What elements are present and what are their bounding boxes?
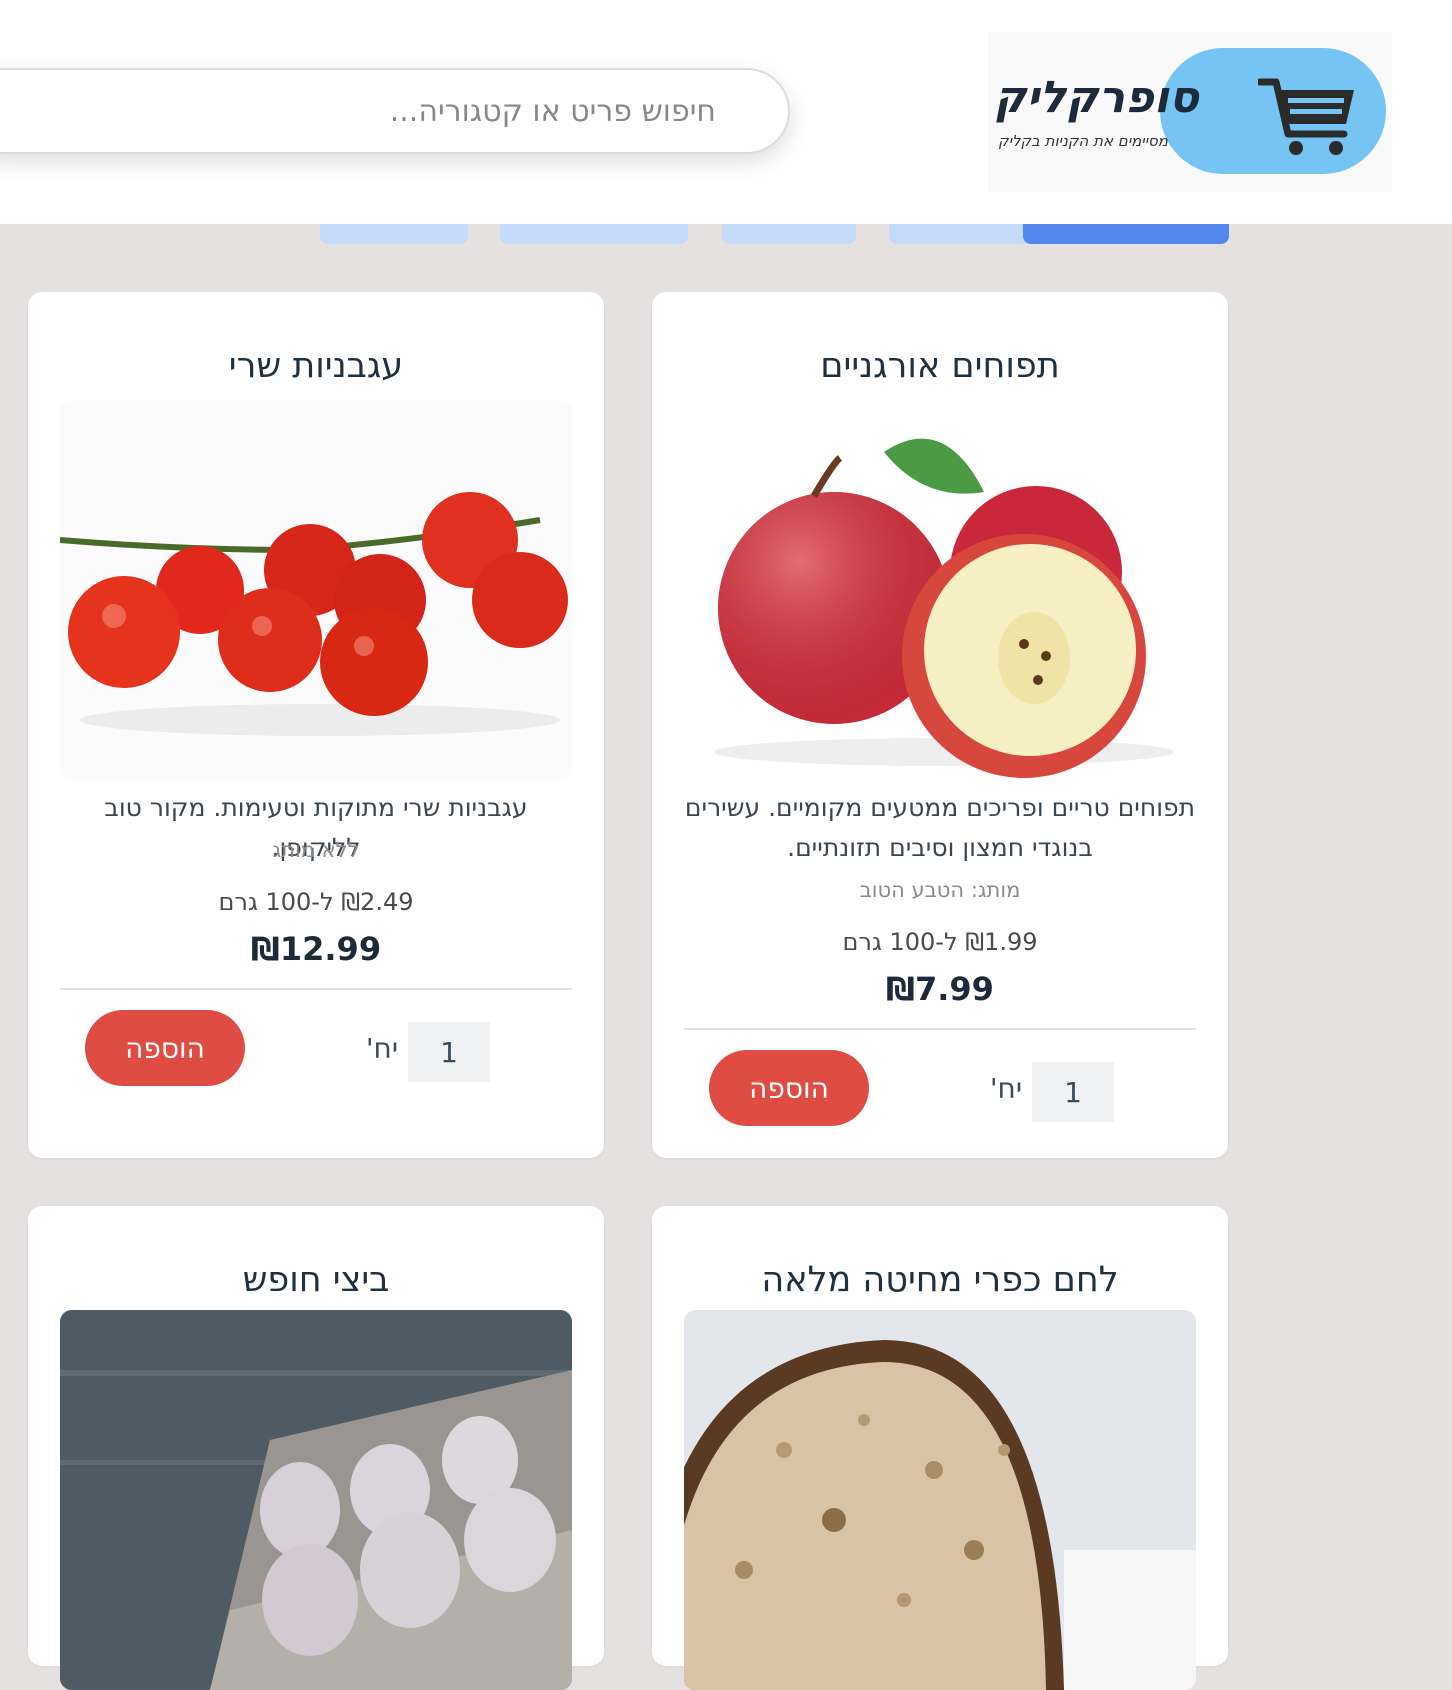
product-card: עגבניות שרי עגבניות שרי מתוקות וטעימות. …: [28, 292, 604, 1158]
product-card: ביצי חופש: [28, 1206, 604, 1690]
product-title: ביצי חופש: [242, 1260, 390, 1300]
product-title: לחם כפרי מחיטה מלאה: [761, 1260, 1119, 1300]
product-brand: מותג: הטבע הטוב: [859, 878, 1021, 902]
product-price: ₪12.99: [250, 930, 382, 968]
add-button[interactable]: הוספה: [709, 1050, 869, 1126]
add-button[interactable]: הוספה: [85, 1010, 245, 1086]
quantity-input[interactable]: [1032, 1062, 1114, 1122]
quantity-unit-label: יח': [989, 1072, 1023, 1105]
bread-photo: [684, 1310, 1196, 1690]
product-title: עגבניות שרי: [228, 346, 404, 386]
logo-wordmark: סופרקליק מסיימים את הקניות בקליק: [994, 62, 1199, 152]
product-brand: ללא מותג: [272, 838, 360, 862]
brand-name: סופרקליק: [994, 72, 1199, 123]
product-price: ₪7.99: [886, 970, 994, 1008]
product-card: תפוחים אורגניים תפוחים טריים ופריכים ממט…: [652, 292, 1228, 1158]
logo[interactable]: סופרקליק מסיימים את הקניות בקליק: [988, 32, 1392, 192]
apples-photo: [684, 412, 1196, 792]
search-input[interactable]: [2, 70, 742, 152]
eggs-photo: [60, 1310, 572, 1690]
search-bar[interactable]: [0, 68, 790, 154]
product-description: תפוחים טריים ופריכים ממטעים מקומיים. עשי…: [684, 793, 1196, 862]
product-title: תפוחים אורגניים: [820, 346, 1060, 386]
divider: [60, 988, 572, 990]
quantity-input[interactable]: [408, 1022, 490, 1082]
unit-price: ₪2.49 ל-100 גרם: [218, 888, 414, 916]
brand-tagline: מסיימים את הקניות בקליק: [998, 132, 1168, 150]
product-card: לחם כפרי מחיטה מלאה: [652, 1206, 1228, 1690]
divider: [684, 1028, 1196, 1030]
quantity-unit-label: יח': [365, 1032, 399, 1065]
cherry-tomatoes-photo: [60, 400, 572, 780]
header: סופרקליק מסיימים את הקניות בקליק: [0, 0, 1452, 224]
shopping-cart-icon: [1258, 78, 1354, 155]
unit-price: ₪1.99 ל-100 גרם: [842, 928, 1038, 956]
